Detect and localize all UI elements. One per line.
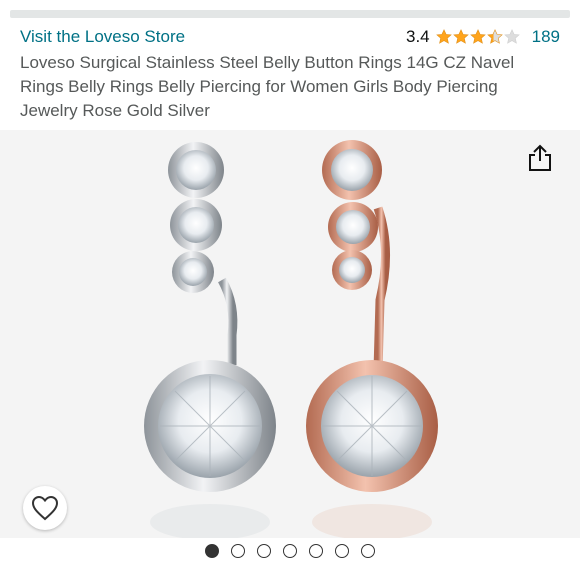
- product-image-gallery[interactable]: [0, 130, 580, 538]
- star-empty-icon: [503, 29, 520, 44]
- pagination-dot[interactable]: [257, 544, 271, 558]
- favorite-button[interactable]: [23, 486, 67, 530]
- star-filled-icon: [452, 29, 469, 44]
- pagination-dot[interactable]: [205, 544, 219, 558]
- heart-icon: [31, 495, 59, 521]
- star-rating: [435, 29, 520, 45]
- rating-value: 3.4: [405, 27, 430, 46]
- top-strip: [0, 0, 580, 18]
- pagination-dot[interactable]: [309, 544, 323, 558]
- share-button[interactable]: [524, 142, 556, 174]
- store-link[interactable]: Visit the Loveso Store: [20, 27, 185, 47]
- top-divider: [10, 10, 570, 18]
- star-filled-icon: [469, 29, 486, 44]
- pagination-dot[interactable]: [231, 544, 245, 558]
- silver-belly-ring: [144, 142, 276, 538]
- rating-count[interactable]: 189: [532, 27, 560, 47]
- product-image: [144, 140, 438, 538]
- product-title: Loveso Surgical Stainless Steel Belly Bu…: [20, 53, 515, 120]
- star-filled-icon: [435, 29, 452, 44]
- share-icon: [529, 144, 551, 171]
- rating-summary[interactable]: 3.4 189: [406, 27, 560, 47]
- header-row: Visit the Loveso Store 3.4 189: [20, 24, 560, 50]
- image-pagination: [0, 544, 580, 558]
- star-half-icon: [486, 29, 503, 44]
- pagination-dot[interactable]: [361, 544, 375, 558]
- pagination-dot[interactable]: [335, 544, 349, 558]
- pagination-dot[interactable]: [283, 544, 297, 558]
- rose-gold-belly-ring: [306, 140, 438, 538]
